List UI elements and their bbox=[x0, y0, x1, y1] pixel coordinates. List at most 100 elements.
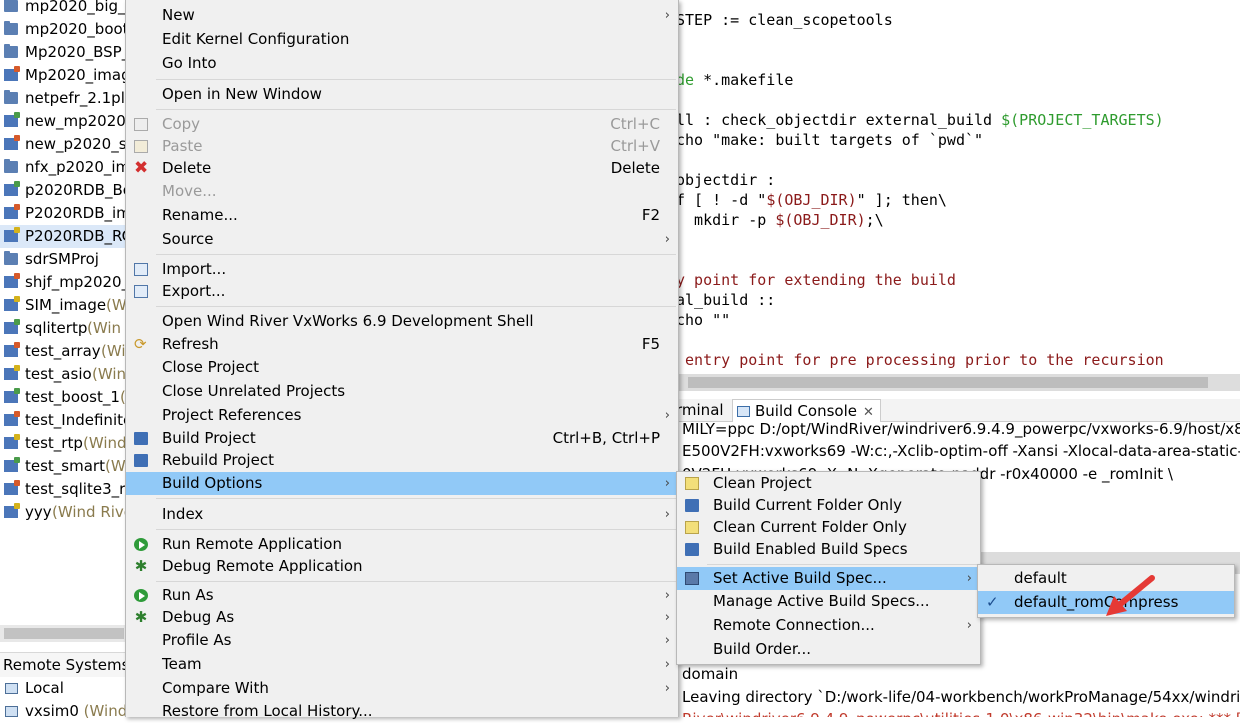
menu-item-set-active-build-spec[interactable]: Set Active Build Spec... › bbox=[677, 567, 980, 590]
project-tree-item[interactable]: test_smart (W bbox=[0, 455, 140, 478]
project-tree-item[interactable]: test_rtp (Wind bbox=[0, 432, 140, 455]
menu-label: Debug Remote Application bbox=[162, 557, 363, 575]
menu-item-delete[interactable]: ✖ Delete Delete bbox=[126, 157, 678, 180]
menu-item-close-unrelated-projects[interactable]: Close Unrelated Projects bbox=[126, 380, 678, 403]
menu-item-compare-with[interactable]: Compare With › bbox=[126, 677, 678, 700]
menu-item-move[interactable]: Move... bbox=[126, 180, 678, 203]
menu-label: Build Options bbox=[162, 474, 263, 492]
project-tree-item[interactable]: new_mp2020_ bbox=[0, 110, 140, 133]
tab-build-console[interactable]: Build Console ✕ bbox=[732, 399, 881, 422]
explorer-horizontal-scrollbar[interactable] bbox=[0, 625, 140, 642]
menu-item-rename[interactable]: Rename... F2 bbox=[126, 204, 678, 227]
scrollbar-thumb[interactable] bbox=[688, 377, 1208, 388]
project-tree-item[interactable]: sdrSMProj bbox=[0, 248, 140, 271]
project-tree-item[interactable]: shjf_mp2020_ bbox=[0, 271, 140, 294]
menu-item-new[interactable]: New › bbox=[126, 4, 678, 27]
menu-item-run-as[interactable]: Run As › bbox=[126, 584, 678, 607]
menu-item-index[interactable]: Index › bbox=[126, 503, 678, 526]
menu-separator bbox=[156, 109, 676, 110]
menu-item-source[interactable]: Source › bbox=[126, 228, 678, 251]
menu-item-close-project[interactable]: Close Project bbox=[126, 356, 678, 379]
project-tree-item[interactable]: mp2020_big_i bbox=[0, 0, 140, 18]
menu-item-remote-connection[interactable]: Remote Connection... › bbox=[677, 614, 980, 637]
menu-item-profile-as[interactable]: Profile As › bbox=[126, 629, 678, 652]
menu-item-refresh[interactable]: ⟳ Refresh F5 bbox=[126, 333, 678, 356]
close-icon[interactable]: ✕ bbox=[863, 405, 874, 420]
project-icon bbox=[4, 296, 20, 311]
project-tree-item[interactable]: test_sqlite3_rt bbox=[0, 478, 140, 501]
menu-item-paste[interactable]: Paste Ctrl+V bbox=[126, 135, 678, 158]
console-line: River\windriver6.9.4.9_powerpc\utilities… bbox=[682, 708, 1240, 717]
menu-item-clean-project[interactable]: Clean Project bbox=[677, 472, 980, 495]
project-tree-item[interactable]: P2020RDB_RC bbox=[0, 225, 140, 248]
submenu-arrow-icon: › bbox=[664, 8, 670, 23]
tree-item-suffix: (Wi bbox=[101, 342, 126, 360]
menu-item-import[interactable]: Import... bbox=[126, 258, 678, 281]
code-line: cho "make: built targets of `pwd`" bbox=[676, 130, 983, 150]
build-icon bbox=[134, 432, 148, 445]
menu-item-copy[interactable]: Copy Ctrl+C bbox=[126, 113, 678, 136]
menu-item-spec-default[interactable]: default bbox=[978, 567, 1234, 590]
project-tree-item[interactable]: SIM_image (W bbox=[0, 294, 140, 317]
project-tree-item[interactable]: test_asio (Win bbox=[0, 363, 140, 386]
project-tree-item[interactable]: sqlitertp (Win bbox=[0, 317, 140, 340]
menu-separator bbox=[156, 498, 676, 499]
code-line: mkdir -p $(OBJ_DIR);\ bbox=[676, 210, 884, 230]
project-tree-item[interactable]: new_p2020_s bbox=[0, 133, 140, 156]
menu-item-restore-from-local-history[interactable]: Restore from Local History... bbox=[126, 700, 678, 723]
menu-label: Open in New Window bbox=[162, 85, 322, 103]
menu-item-open-development-shell[interactable]: Open Wind River VxWorks 6.9 Development … bbox=[126, 310, 678, 333]
menu-item-debug-as[interactable]: ✱ Debug As › bbox=[126, 606, 678, 629]
console-line: Leaving directory `D:/work-life/04-workb… bbox=[682, 687, 1240, 706]
makefile-editor[interactable]: STEP := clean_scopetools de *.makefile ll … bbox=[676, 0, 1240, 374]
remote-system-item[interactable]: vxsim0 (Wind bbox=[0, 700, 140, 723]
menu-item-build-project[interactable]: Build Project Ctrl+B, Ctrl+P bbox=[126, 427, 678, 450]
project-tree-item[interactable]: Mp2020_imag bbox=[0, 64, 140, 87]
project-tree-item[interactable]: nfx_p2020_im bbox=[0, 156, 140, 179]
menu-item-go-into[interactable]: Go Into bbox=[126, 52, 678, 75]
project-tree-item[interactable]: p2020RDB_Bo bbox=[0, 179, 140, 202]
debug-bug-icon: ✱ bbox=[134, 557, 148, 575]
project-tree-item[interactable]: test_boost_1 ( bbox=[0, 386, 140, 409]
menu-label: Profile As bbox=[162, 631, 232, 649]
menu-label: Team bbox=[162, 655, 202, 673]
menu-item-edit-kernel-configuration[interactable]: Edit Kernel Configuration bbox=[126, 28, 678, 51]
tab-terminal[interactable]: rminal bbox=[676, 399, 724, 421]
tree-item-label: Mp2020_BSP_ bbox=[25, 43, 130, 61]
scrollbar-thumb[interactable] bbox=[4, 628, 124, 639]
menu-item-build-current-folder-only[interactable]: Build Current Folder Only bbox=[677, 494, 980, 517]
export-icon bbox=[134, 285, 148, 298]
editor-horizontal-scrollbar[interactable] bbox=[676, 374, 1240, 391]
project-icon bbox=[4, 319, 20, 334]
code-token: entry point for pre processing prior to … bbox=[676, 351, 1164, 369]
menu-label: Run Remote Application bbox=[162, 535, 342, 553]
menu-item-build-order[interactable]: Build Order... bbox=[677, 638, 980, 661]
menu-item-spec-default-romcompress[interactable]: ✓ default_romCompress bbox=[978, 591, 1234, 614]
menu-item-team[interactable]: Team › bbox=[126, 653, 678, 676]
menu-label: default_romCompress bbox=[1014, 593, 1179, 611]
menu-item-build-enabled-build-specs[interactable]: Build Enabled Build Specs bbox=[677, 538, 980, 561]
project-tree-item[interactable]: P2020RDB_im bbox=[0, 202, 140, 225]
menu-item-clean-current-folder-only[interactable]: Clean Current Folder Only bbox=[677, 516, 980, 539]
project-tree-item[interactable]: test_array (Wi bbox=[0, 340, 140, 363]
menu-item-open-in-new-window[interactable]: Open in New Window bbox=[126, 83, 678, 106]
build-icon bbox=[685, 543, 699, 556]
project-tree-item[interactable]: mp2020_boot bbox=[0, 18, 140, 41]
tree-item-suffix: (Wind Rive bbox=[52, 503, 134, 521]
remote-system-item[interactable]: Local bbox=[0, 677, 140, 700]
project-tree-item[interactable]: Mp2020_BSP_ bbox=[0, 41, 140, 64]
tree-item-label: mp2020_big_i bbox=[25, 0, 130, 15]
menu-item-rebuild-project[interactable]: Rebuild Project bbox=[126, 449, 678, 472]
menu-item-debug-remote-application[interactable]: ✱ Debug Remote Application bbox=[126, 555, 678, 578]
menu-label: Source bbox=[162, 230, 214, 248]
menu-item-build-options[interactable]: Build Options › bbox=[126, 472, 678, 495]
tree-item-label: test_sqlite3_rt bbox=[25, 480, 132, 498]
menu-item-run-remote-application[interactable]: Run Remote Application bbox=[126, 533, 678, 556]
project-tree-item[interactable]: netpefr_2.1pl2 bbox=[0, 87, 140, 110]
menu-item-export[interactable]: Export... bbox=[126, 280, 678, 303]
menu-item-project-references[interactable]: Project References › bbox=[126, 404, 678, 427]
project-tree-item[interactable]: test_Indefinite bbox=[0, 409, 140, 432]
remote-systems-header[interactable]: Remote Systems bbox=[0, 652, 140, 677]
project-tree-item[interactable]: yyy (Wind Rive bbox=[0, 501, 140, 524]
menu-item-manage-active-build-specs[interactable]: Manage Active Build Specs... bbox=[677, 590, 980, 613]
